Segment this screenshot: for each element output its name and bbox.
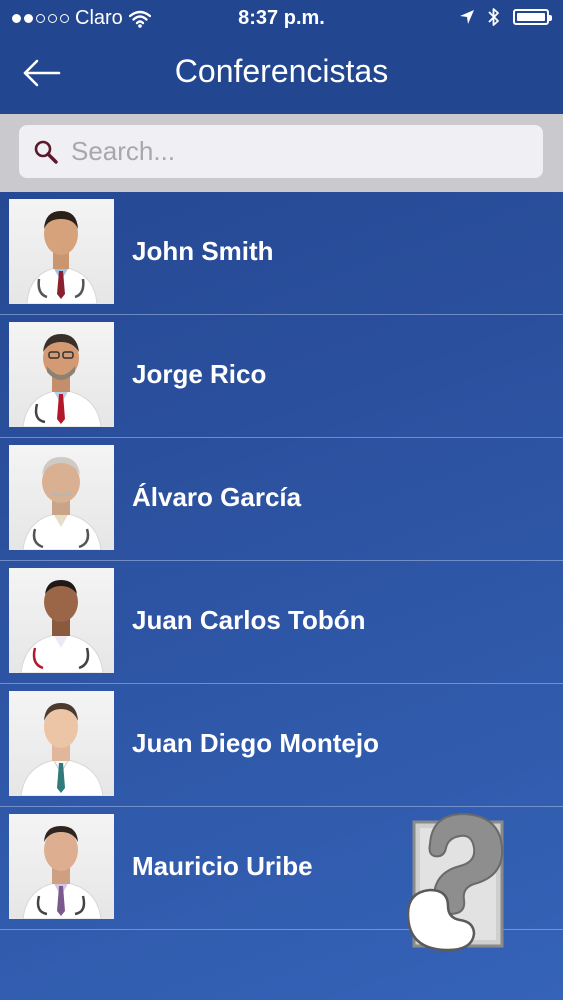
search-icon — [34, 140, 58, 164]
bluetooth-icon — [488, 8, 499, 26]
speaker-photo — [9, 199, 114, 304]
search-bar — [0, 114, 563, 192]
speaker-row[interactable]: Juan Diego Montejo — [0, 684, 563, 807]
speaker-row[interactable]: Jorge Rico — [0, 315, 563, 438]
speaker-photo — [9, 445, 114, 550]
speaker-name: Jorge Rico — [132, 359, 267, 389]
speaker-name: John Smith — [132, 236, 274, 266]
status-right — [459, 7, 552, 27]
speaker-name: Juan Carlos Tobón — [132, 605, 366, 635]
speaker-row[interactable]: Juan Carlos Tobón — [0, 561, 563, 684]
location-arrow-icon — [460, 10, 474, 24]
speaker-photo — [9, 568, 114, 673]
search-input[interactable] — [71, 132, 521, 170]
search-box[interactable] — [19, 125, 543, 178]
status-bar: Claro 8:37 p.m. — [0, 0, 563, 38]
speaker-name: Mauricio Uribe — [132, 851, 313, 881]
speaker-photo — [9, 322, 114, 427]
battery-icon — [513, 9, 552, 25]
speaker-name: Juan Diego Montejo — [132, 728, 379, 758]
speaker-name: Álvaro García — [132, 482, 302, 512]
nav-bar: Conferencistas — [0, 38, 563, 114]
speaker-row[interactable]: Álvaro García — [0, 438, 563, 561]
page-title: Conferencistas — [174, 53, 389, 89]
speaker-photo — [9, 691, 114, 796]
speaker-row[interactable]: John Smith — [0, 192, 563, 315]
app-logo — [406, 812, 504, 952]
speaker-photo — [9, 814, 114, 919]
